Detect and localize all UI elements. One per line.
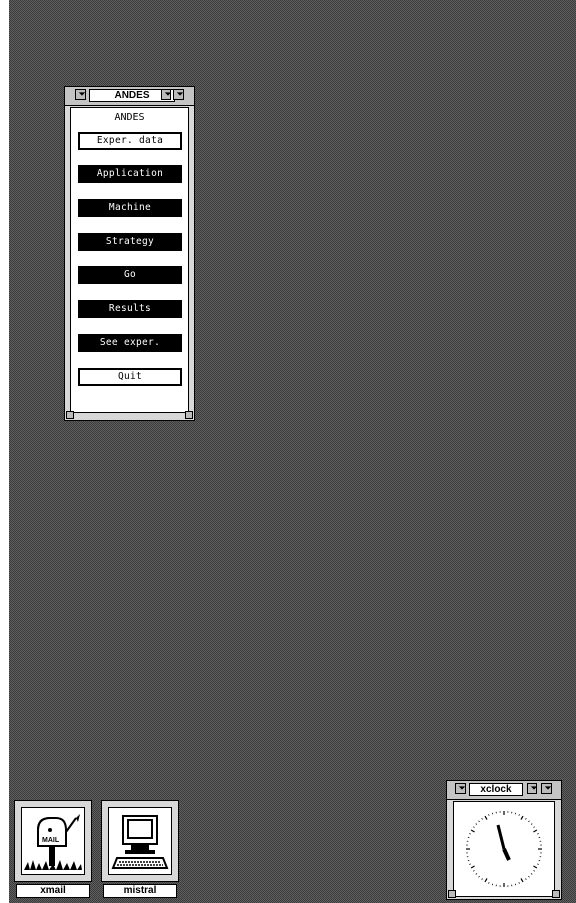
andes-window: ANDES ANDES Exper. data Application Mach…	[64, 86, 195, 421]
clock-tick	[530, 823, 533, 825]
clock-tick	[484, 878, 488, 883]
clock-face	[453, 801, 555, 897]
mistral-icon-label[interactable]: mistral	[103, 884, 177, 898]
clock-tick	[481, 878, 483, 880]
iconify-icon[interactable]	[161, 89, 171, 100]
xclock-window-title: xclock	[469, 783, 523, 796]
clock-tick	[481, 818, 483, 820]
clock-tick	[473, 870, 475, 872]
mistral-icon-window[interactable]: mistral	[101, 800, 179, 900]
clock-tick	[469, 833, 471, 835]
go-button[interactable]: Go	[78, 266, 182, 284]
clock-tick	[533, 870, 535, 872]
andes-titlebar[interactable]: ANDES	[65, 87, 194, 106]
clock-tick	[518, 882, 520, 884]
clock-hour-hand	[502, 848, 511, 861]
screen-left-edge	[0, 0, 9, 903]
window-menu-icon[interactable]	[75, 89, 86, 100]
maximize-icon[interactable]	[541, 783, 552, 794]
svg-text:MAIL: MAIL	[42, 837, 60, 844]
results-button[interactable]: Results	[78, 300, 182, 318]
clock-tick	[518, 814, 520, 816]
strategy-button[interactable]: Strategy	[78, 233, 182, 251]
clock-minute-hand	[496, 824, 506, 850]
clock-tick	[470, 829, 475, 833]
maximize-icon[interactable]	[173, 89, 184, 100]
clock-tick	[537, 863, 539, 865]
xmail-icon-window[interactable]: MAIL xmail	[14, 800, 92, 900]
see-exper-button[interactable]: See exper.	[78, 334, 182, 352]
clock-tick	[533, 829, 538, 833]
clock-tick	[530, 873, 533, 875]
resize-corner-bottom-left[interactable]	[66, 411, 74, 419]
clock-tick	[528, 820, 530, 823]
andes-label: ANDES	[114, 112, 145, 123]
resize-corner-bottom-left[interactable]	[448, 890, 456, 898]
clock-tick	[488, 882, 490, 884]
resize-corner-bottom-right[interactable]	[185, 411, 193, 419]
clock-tick	[528, 875, 530, 878]
xmail-icon-frame[interactable]: MAIL	[14, 800, 92, 882]
clock-tick	[470, 865, 475, 869]
mailbox-icon: MAIL	[21, 807, 85, 875]
clock-tick	[475, 873, 478, 875]
resize-corner-bottom-right[interactable]	[552, 890, 560, 898]
clock-tick	[525, 878, 527, 880]
iconify-icon[interactable]	[527, 783, 537, 794]
quit-button[interactable]: Quit	[78, 368, 182, 386]
mistral-icon-frame[interactable]	[101, 800, 179, 882]
machine-button[interactable]: Machine	[78, 199, 182, 217]
xmail-icon-label[interactable]: xmail	[16, 884, 90, 898]
clock-tick	[537, 833, 539, 835]
window-menu-icon[interactable]	[455, 783, 466, 794]
clock-tick	[488, 814, 490, 816]
exper-data-button[interactable]: Exper. data	[78, 132, 182, 150]
clock-tick	[478, 875, 480, 878]
andes-content: ANDES Exper. data Application Machine St…	[70, 107, 189, 413]
clock-tick	[533, 826, 535, 828]
clock-tick	[469, 863, 471, 865]
clock-tick	[475, 823, 478, 825]
xclock-titlebar[interactable]: xclock	[447, 781, 561, 800]
clock-tick	[525, 818, 527, 820]
computer-icon	[108, 807, 172, 875]
clock-tick	[478, 820, 480, 823]
application-button[interactable]: Application	[78, 165, 182, 183]
clock-tick	[484, 815, 488, 820]
clock-tick	[520, 878, 524, 883]
clock-tick	[473, 826, 475, 828]
xclock-window: xclock	[446, 780, 562, 900]
clock-tick	[520, 815, 524, 820]
clock-tick	[533, 865, 538, 869]
